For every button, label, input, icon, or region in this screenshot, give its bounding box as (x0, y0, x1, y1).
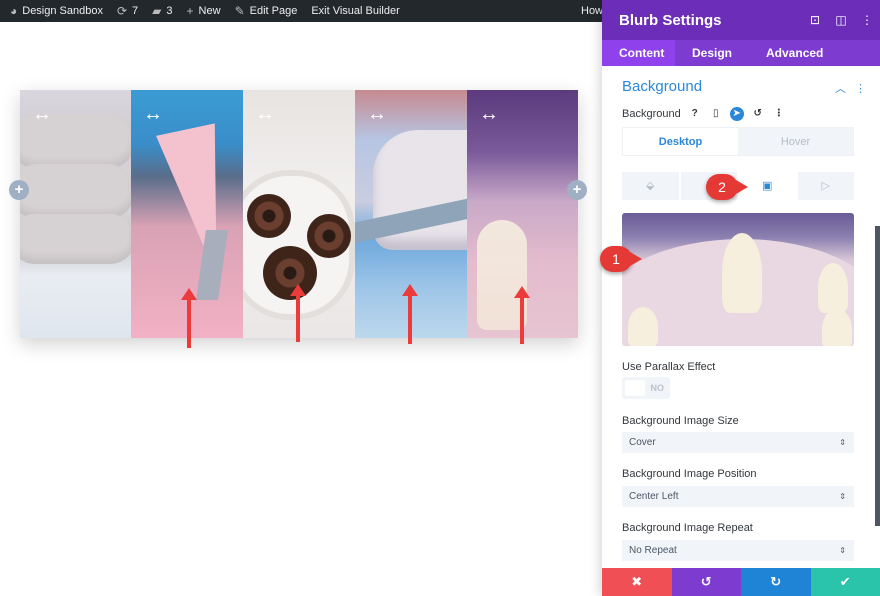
bg-video-tab[interactable]: ▷ (797, 172, 854, 200)
resize-handle-icon[interactable]: ↔ (255, 104, 275, 124)
fullscreen-icon[interactable]: ⊡ (802, 13, 828, 27)
image-position-label: Background Image Position (622, 468, 757, 480)
image-size-select[interactable]: Cover ⇕ (622, 432, 854, 453)
tab-advanced[interactable]: Advanced (749, 40, 840, 66)
image-icon: ▣ (762, 180, 773, 192)
sidebar-icon[interactable]: ◫ (828, 13, 854, 27)
dashboard-icon: ◕ (10, 4, 18, 18)
site-name: Design Sandbox (22, 5, 103, 17)
resize-handle-icon[interactable]: ↔ (479, 104, 499, 124)
video-icon: ▷ (821, 180, 830, 192)
annotation-arrow (290, 284, 306, 342)
updates-count: 7 (132, 5, 139, 17)
reset-icon[interactable]: ↺ (751, 107, 765, 121)
parallax-toggle[interactable]: NO (622, 377, 670, 399)
cannele-shape (307, 214, 351, 258)
image-size-value: Cover (629, 437, 656, 448)
frosting-shape (818, 263, 848, 313)
image-position-value: Center Left (629, 491, 679, 502)
hover-cursor-icon[interactable]: ➤ (729, 107, 744, 121)
callout-1: 1 (600, 246, 642, 272)
tab-desktop[interactable]: Desktop (623, 128, 738, 155)
background-label: Background (622, 108, 681, 120)
responsive-icon[interactable]: ▯ (709, 107, 723, 121)
updates-icon: ⟳ (116, 4, 128, 18)
frosting-shape (722, 233, 762, 313)
add-column-right-button[interactable]: + (567, 180, 587, 200)
section-controls: ︿ ⋮ (835, 80, 866, 96)
undo-icon: ↺ (700, 574, 712, 589)
add-column-left-button[interactable]: + (9, 180, 29, 200)
settings-title: Blurb Settings (619, 11, 722, 29)
paint-bucket-icon: ⬙ (646, 180, 655, 192)
option-more-icon[interactable]: ⋮ (772, 107, 786, 121)
select-caret-icon: ⇕ (839, 492, 846, 501)
resize-handle-icon[interactable]: ↔ (32, 104, 52, 124)
image-repeat-select[interactable]: No Repeat ⇕ (622, 540, 854, 561)
settings-scrollbar[interactable] (875, 226, 880, 526)
edit-page-label: Edit Page (249, 5, 298, 17)
comments-link[interactable]: ▰ 3 (152, 4, 172, 18)
parallax-label: Use Parallax Effect (622, 361, 716, 373)
new-label: New (198, 5, 221, 17)
annotation-arrow (514, 286, 530, 344)
callout-2: 2 (706, 174, 748, 200)
help-icon[interactable]: ? (688, 107, 702, 121)
section-title-background[interactable]: Background (622, 78, 702, 95)
piping-bag-shape (156, 123, 243, 283)
background-image-preview[interactable] (622, 213, 854, 346)
annotation-arrow (402, 284, 418, 344)
resize-handle-icon[interactable]: ↔ (143, 104, 163, 124)
comment-icon: ▰ (152, 4, 162, 18)
macaron-shape (20, 214, 131, 264)
toggle-knob (625, 380, 645, 396)
close-icon: ✖ (631, 574, 643, 589)
redo-icon: ↻ (770, 574, 782, 589)
select-caret-icon: ⇕ (839, 438, 846, 447)
more-icon[interactable]: ⋮ (854, 13, 880, 27)
exit-label: Exit Visual Builder (311, 5, 400, 17)
frosting-shape (628, 307, 658, 346)
plus-icon: + (186, 4, 194, 18)
settings-body: Background ︿ ⋮ Background ? ▯ ➤ ↺ ⋮ Desk… (600, 66, 880, 568)
toggle-value: NO (650, 383, 665, 393)
settings-tabs: Content Design Advanced (602, 40, 880, 66)
settings-footer: ✖ ↺ ↻ ✔ (602, 568, 880, 596)
image-position-select[interactable]: Center Left ⇕ (622, 486, 854, 507)
builder-canvas: ↔ ↔ ↔ ↔ ↔ + + (0, 22, 602, 596)
image-repeat-label: Background Image Repeat (622, 522, 753, 534)
cancel-button[interactable]: ✖ (602, 568, 672, 596)
undo-button[interactable]: ↺ (671, 568, 741, 596)
exit-visual-builder-link[interactable]: Exit Visual Builder (311, 5, 399, 17)
save-button[interactable]: ✔ (810, 568, 880, 596)
panel-lavender-macarons[interactable]: ↔ (20, 90, 131, 338)
site-name-link[interactable]: ◕ Design Sandbox (10, 4, 103, 18)
tab-design[interactable]: Design (675, 40, 749, 66)
redo-button[interactable]: ↻ (741, 568, 811, 596)
edit-page-link[interactable]: ✎ Edit Page (235, 4, 298, 18)
frosting-shape (822, 309, 852, 346)
tab-content[interactable]: Content (602, 40, 675, 66)
image-repeat-value: No Repeat (629, 545, 677, 556)
image-size-label: Background Image Size (622, 415, 739, 427)
pencil-icon: ✎ (234, 4, 245, 18)
collapse-chevron-icon[interactable]: ︿ (835, 83, 846, 95)
state-tabs: Desktop Hover (622, 127, 854, 156)
comments-count: 3 (166, 5, 173, 17)
section-more-icon[interactable]: ⋮ (855, 83, 866, 95)
annotation-arrow (181, 288, 197, 348)
blurb-settings-panel: Blurb Settings ⊡ ◫ ⋮ Content Design Adva… (600, 0, 880, 596)
updates-link[interactable]: ⟳ 7 (117, 4, 138, 18)
select-caret-icon: ⇕ (839, 546, 846, 555)
resize-handle-icon[interactable]: ↔ (367, 104, 387, 124)
new-link[interactable]: + New (187, 4, 221, 18)
background-option-row: Background ? ▯ ➤ ↺ ⋮ (622, 107, 786, 121)
macaron-shape (20, 164, 131, 219)
bg-color-tab[interactable]: ⬙ (622, 172, 679, 200)
cannele-shape (247, 194, 291, 238)
settings-header: Blurb Settings ⊡ ◫ ⋮ (602, 0, 880, 40)
tab-hover[interactable]: Hover (738, 128, 853, 155)
check-icon: ✔ (839, 574, 851, 589)
